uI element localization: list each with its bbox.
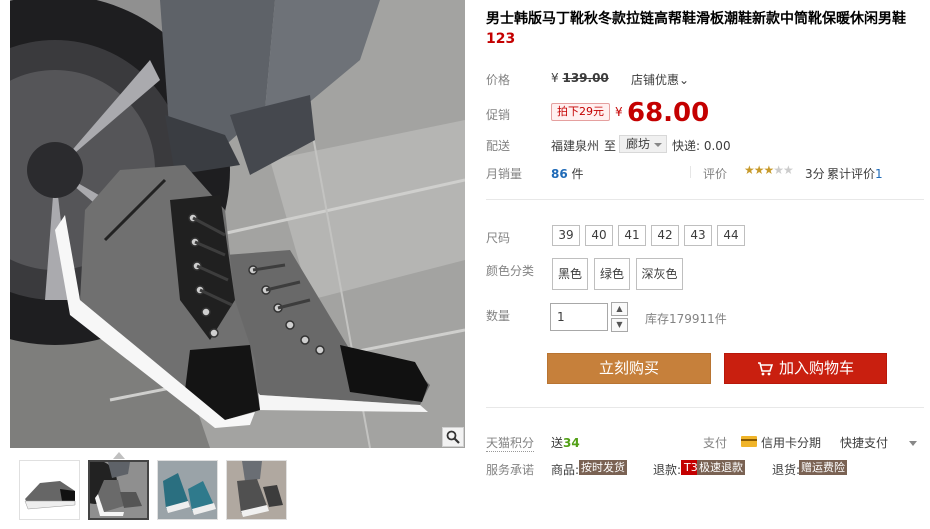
sales-label: 月销量 bbox=[486, 167, 523, 181]
payment-label: 支付 bbox=[703, 436, 728, 450]
points-label[interactable]: 天猫积分 bbox=[486, 434, 535, 452]
buy-now-button[interactable]: 立刻购买 bbox=[547, 353, 711, 384]
sales-count: 86 bbox=[551, 167, 568, 181]
divider bbox=[690, 166, 691, 178]
reviews-count: 1 bbox=[875, 167, 883, 181]
fast-refund-tag[interactable]: 极速退款 bbox=[697, 460, 745, 475]
monthly-sales: 86 件 bbox=[551, 165, 584, 182]
on-time-shipping-tag[interactable]: 按时发货 bbox=[579, 460, 627, 475]
quantity-input[interactable] bbox=[550, 303, 608, 331]
chevron-down-icon bbox=[654, 143, 663, 147]
main-product-image[interactable] bbox=[10, 0, 465, 448]
points-value: 送34 bbox=[551, 434, 580, 451]
promo-tag: 拍下29元 bbox=[551, 103, 610, 121]
points-number: 34 bbox=[563, 436, 580, 450]
currency-symbol: ¥ bbox=[551, 71, 559, 85]
destination-value: 廊坊 bbox=[626, 137, 651, 151]
shipping-insurance-tag[interactable]: 赠运费险 bbox=[799, 460, 847, 475]
return-label: 退货: bbox=[772, 463, 801, 477]
reviews-link[interactable]: 累计评价1 bbox=[827, 165, 883, 182]
destination-select[interactable]: 廊坊 bbox=[619, 135, 668, 153]
quantity-increase-button[interactable]: ▲ bbox=[611, 302, 628, 316]
ship-from: 福建泉州 bbox=[551, 139, 600, 153]
cart-icon bbox=[757, 362, 773, 376]
size-option[interactable]: 42 bbox=[651, 225, 679, 246]
size-option[interactable]: 41 bbox=[618, 225, 646, 246]
product-title: 男士韩版马丁靴秋冬款拉链高帮鞋滑板潮鞋新款中筒靴保暖休闲男鞋 bbox=[486, 11, 906, 27]
rating-score: 3分 bbox=[805, 167, 825, 181]
color-option[interactable]: 黑色 bbox=[552, 258, 588, 290]
divider bbox=[486, 407, 924, 408]
chevron-down-icon[interactable] bbox=[909, 441, 917, 446]
rating-label: 评价 bbox=[703, 167, 728, 181]
add-to-cart-button[interactable]: 加入购物车 bbox=[724, 353, 887, 384]
price-label: 价格 bbox=[486, 73, 511, 87]
size-option[interactable]: 43 bbox=[684, 225, 712, 246]
thumbnail-3[interactable] bbox=[157, 460, 218, 520]
credit-card-icon bbox=[741, 436, 757, 447]
stock-count: 库存179911件 bbox=[645, 312, 727, 326]
store-promo-dropdown[interactable]: 店铺优惠⌄ bbox=[631, 71, 689, 88]
credit-card-installment: 信用卡分期 bbox=[761, 436, 822, 450]
goods-label: 商品: bbox=[551, 463, 580, 477]
ship-to: 至 bbox=[604, 139, 617, 153]
product-title-number: 123 bbox=[486, 31, 516, 47]
size-option[interactable]: 39 bbox=[552, 225, 580, 246]
sales-unit: 件 bbox=[571, 167, 584, 181]
thumbnail-pointer bbox=[113, 452, 125, 459]
service-commitment-label: 服务承诺 bbox=[486, 463, 535, 477]
quantity-label: 数量 bbox=[486, 309, 511, 323]
color-option[interactable]: 绿色 bbox=[594, 258, 630, 290]
refund-label: 退款: bbox=[653, 463, 682, 477]
shipping-fee: 快递: 0.00 bbox=[672, 139, 731, 153]
original-price-value: 139.00 bbox=[562, 71, 609, 85]
promo-price: 68.00 bbox=[627, 98, 710, 128]
zoom-button[interactable] bbox=[442, 427, 464, 447]
points-prefix: 送 bbox=[551, 436, 564, 450]
thumbnail-1[interactable] bbox=[19, 460, 80, 520]
shipping-label: 配送 bbox=[486, 139, 511, 153]
original-price: ¥ 139.00 bbox=[551, 71, 609, 85]
promo-currency: ¥ bbox=[615, 105, 623, 119]
stars-filled: ★★★ bbox=[744, 163, 774, 177]
color-label: 颜色分类 bbox=[486, 264, 535, 278]
add-to-cart-label: 加入购物车 bbox=[778, 359, 854, 377]
color-option[interactable]: 深灰色 bbox=[636, 258, 683, 290]
quantity-decrease-button[interactable]: ▼ bbox=[611, 318, 628, 332]
thumbnail-4[interactable] bbox=[226, 460, 287, 520]
zoom-icon bbox=[446, 430, 460, 444]
thumbnail-2[interactable] bbox=[88, 460, 149, 520]
stars-empty: ★★ bbox=[773, 163, 793, 177]
divider bbox=[486, 199, 924, 200]
promo-label: 促销 bbox=[486, 108, 511, 122]
size-option[interactable]: 44 bbox=[717, 225, 745, 246]
quick-pay: 快捷支付 bbox=[840, 436, 889, 450]
reviews-prefix: 累计评价 bbox=[827, 167, 876, 181]
size-option[interactable]: 40 bbox=[585, 225, 613, 246]
size-label: 尺码 bbox=[486, 231, 511, 245]
rating-stars: ★★★★★ bbox=[744, 163, 794, 177]
